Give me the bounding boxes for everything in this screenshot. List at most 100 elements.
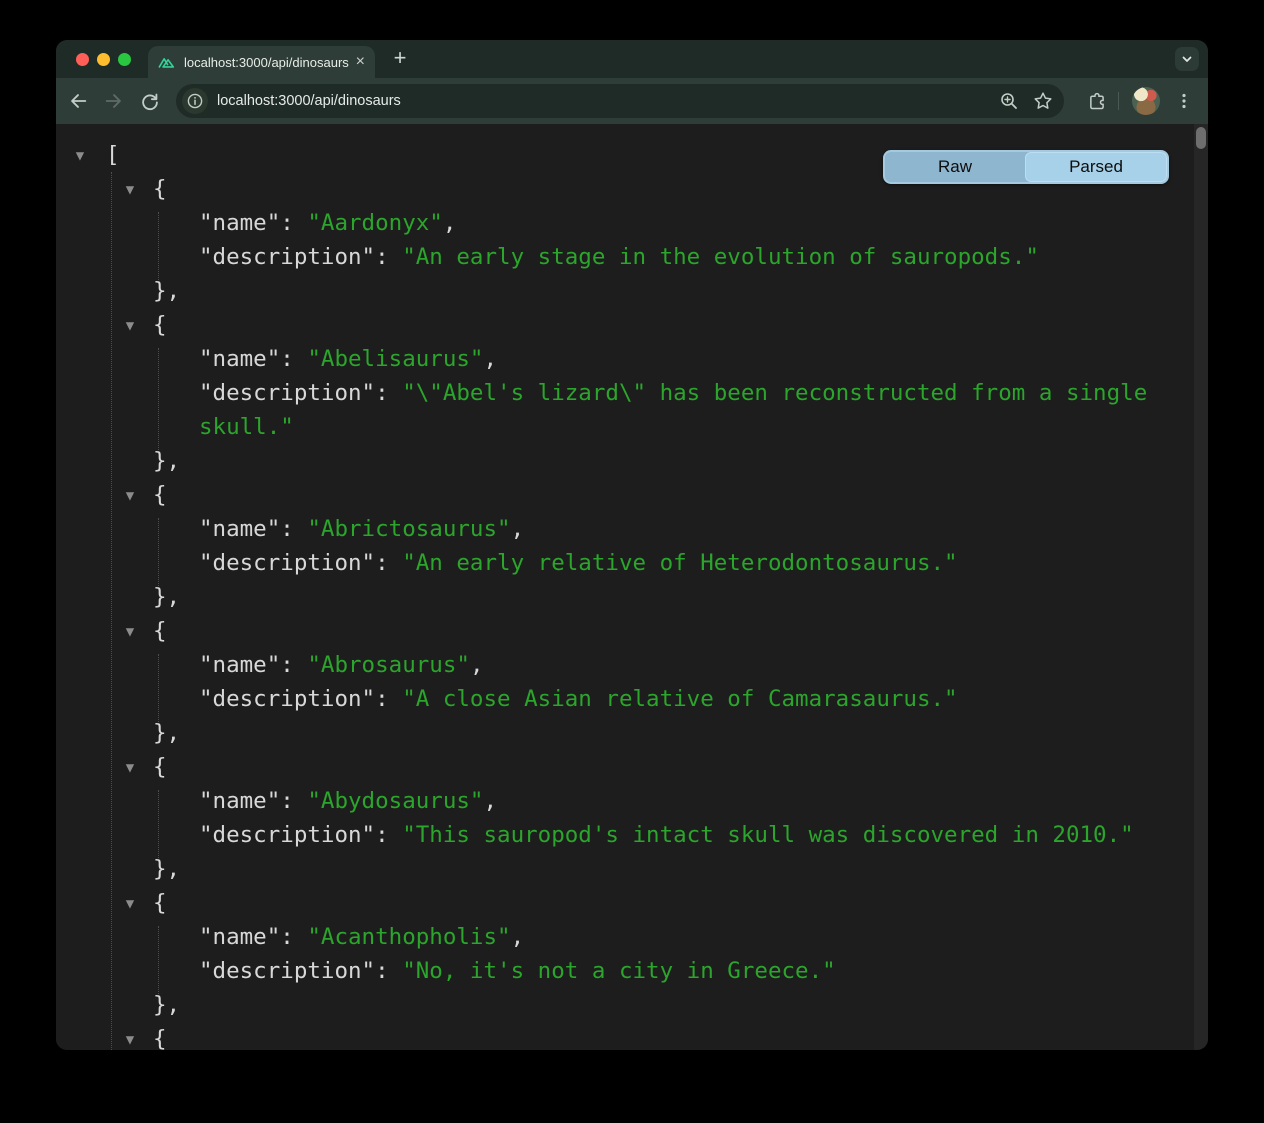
name-key: "name" <box>199 210 280 236</box>
entry-close-row: }, <box>56 988 1194 1022</box>
open-brace: { <box>153 176 167 202</box>
reload-button[interactable] <box>134 85 166 117</box>
scrollbar-track[interactable] <box>1194 124 1208 1050</box>
scrollbar-thumb[interactable] <box>1196 127 1206 149</box>
comma: , <box>483 346 497 372</box>
profile-avatar-button[interactable] <box>1132 87 1160 115</box>
name-key: "name" <box>199 346 280 372</box>
close-brace: }, <box>153 278 180 304</box>
open-brace: { <box>153 1026 167 1050</box>
description-value: "This sauropod's intact skull was discov… <box>402 822 1134 848</box>
collapse-toggle-icon[interactable]: ▼ <box>120 309 140 343</box>
browser-menu-button[interactable] <box>1172 89 1196 113</box>
forward-button[interactable] <box>98 85 130 117</box>
open-brace: { <box>153 618 167 644</box>
colon: : <box>280 210 307 236</box>
collapse-toggle-icon[interactable]: ▼ <box>120 1023 140 1050</box>
description-key: "description" <box>199 822 375 848</box>
colon: : <box>375 686 402 712</box>
name-property-row: "name": "Abrictosaurus", <box>56 512 1154 546</box>
json-entry: ▼{ "name": "Abelisaurus", "description":… <box>56 308 1194 478</box>
chevron-down-icon <box>1180 52 1194 66</box>
description-property-row: "description": "A close Asian relative o… <box>56 682 1154 716</box>
reload-icon <box>139 90 161 112</box>
open-brace: { <box>153 482 167 508</box>
toolbar-divider <box>1118 92 1119 110</box>
description-key: "description" <box>199 550 375 576</box>
name-value: "Acanthopholis" <box>307 924 510 950</box>
browser-window: localhost:3000/api/dinosaurs × + <box>56 40 1208 1050</box>
address-bar[interactable]: localhost:3000/api/dinosaurs <box>176 84 1064 118</box>
entry-close-row: }, <box>56 716 1194 750</box>
comma: , <box>443 210 457 236</box>
collapse-toggle-icon[interactable]: ▼ <box>120 887 140 921</box>
colon: : <box>375 380 402 406</box>
entry-open-row: ▼{ <box>56 478 1194 512</box>
minimize-window-button[interactable] <box>97 53 110 66</box>
raw-button[interactable]: Raw <box>885 152 1025 182</box>
name-value: "Aardonyx" <box>307 210 442 236</box>
colon: : <box>375 958 402 984</box>
fullscreen-window-button[interactable] <box>118 53 131 66</box>
tab-strip: localhost:3000/api/dinosaurs × + <box>56 40 1208 78</box>
close-window-button[interactable] <box>76 53 89 66</box>
json-entry: ▼{ "name": "Abydosaurus", "description":… <box>56 750 1194 886</box>
description-property-row: "description": "No, it's not a city in G… <box>56 954 1154 988</box>
back-arrow-icon <box>67 90 89 112</box>
description-property-row: "description": "An early relative of Het… <box>56 546 1154 580</box>
browser-tab[interactable]: localhost:3000/api/dinosaurs × <box>148 46 375 78</box>
collapse-toggle-icon[interactable]: ▼ <box>70 139 90 173</box>
collapse-toggle-icon[interactable]: ▼ <box>120 751 140 785</box>
entry-close-row: }, <box>56 580 1194 614</box>
open-brace: { <box>153 754 167 780</box>
comma: , <box>483 788 497 814</box>
name-property-row: "name": "Abelisaurus", <box>56 342 1154 376</box>
name-property-row: "name": "Abrosaurus", <box>56 648 1154 682</box>
browser-toolbar: localhost:3000/api/dinosaurs <box>56 78 1208 124</box>
close-brace: }, <box>153 448 180 474</box>
colon: : <box>280 516 307 542</box>
tab-close-icon[interactable]: × <box>356 54 365 70</box>
description-key: "description" <box>199 686 375 712</box>
json-entry: ▼ { "name": "Abrosaurus", "description": … <box>56 614 1194 750</box>
description-property-row: "description": "\"Abel's lizard\" has be… <box>56 376 1154 444</box>
extensions-button[interactable] <box>1082 87 1110 115</box>
entry-open-row: ▼{ <box>56 750 1194 784</box>
name-value: "Abrictosaurus" <box>307 516 510 542</box>
description-value: "An early stage in the evolution of saur… <box>402 244 1039 270</box>
name-key: "name" <box>199 516 280 542</box>
bookmark-star-button[interactable] <box>1032 90 1054 112</box>
three-dot-menu-icon <box>1175 92 1193 110</box>
json-entry: ▼{ "name": "Acanthopholis", "description… <box>56 886 1194 1022</box>
parsed-button[interactable]: Parsed <box>1025 152 1167 182</box>
name-property-row: "name": "Abydosaurus", <box>56 784 1154 818</box>
site-info-button[interactable] <box>182 88 208 114</box>
entry-close-row: }, <box>56 852 1194 886</box>
name-value: "Abydosaurus" <box>307 788 483 814</box>
entry-open-row: ▼{ <box>56 308 1194 342</box>
json-entries: ▼{ "name": "Aardonyx", "description": "A… <box>56 172 1194 1022</box>
back-button[interactable] <box>62 85 94 117</box>
colon: : <box>280 788 307 814</box>
collapse-toggle-icon[interactable]: ▼ <box>120 615 140 649</box>
json-viewer: ▼[ ▼{ "name": "Aardonyx", "description":… <box>56 124 1194 1050</box>
site-favicon-mountains-icon <box>158 55 176 69</box>
forward-arrow-icon <box>103 90 125 112</box>
description-value: "No, it's not a city in Greece." <box>402 958 835 984</box>
description-property-row: "description": "This sauropod's intact s… <box>56 818 1154 852</box>
zoom-level-button[interactable] <box>998 90 1020 112</box>
json-entry-partial: ▼{ <box>56 1022 1194 1050</box>
colon: : <box>280 652 307 678</box>
colon: : <box>280 924 307 950</box>
name-value: "Abelisaurus" <box>307 346 483 372</box>
entry-open-row: ▼{ <box>56 886 1194 920</box>
collapse-toggle-icon[interactable]: ▼ <box>120 173 140 207</box>
collapse-toggle-icon[interactable]: ▼ <box>120 479 140 513</box>
traffic-lights <box>76 53 131 66</box>
new-tab-button[interactable]: + <box>386 45 414 73</box>
name-key: "name" <box>199 652 280 678</box>
name-key: "name" <box>199 924 280 950</box>
tab-search-chevron-button[interactable] <box>1175 47 1199 71</box>
entry-close-row: }, <box>56 274 1194 308</box>
description-value: "An early relative of Heterodontosaurus.… <box>402 550 957 576</box>
